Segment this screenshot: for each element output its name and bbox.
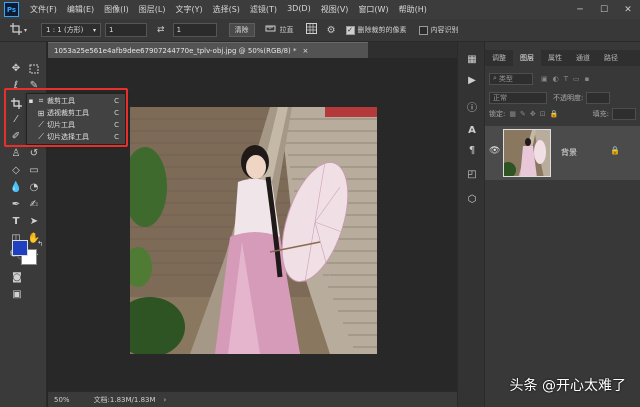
lock-icon[interactable]: 🔒 (610, 146, 620, 155)
quick-mask-icon[interactable]: ◙ (10, 271, 24, 285)
menu-view[interactable]: 视图(V) (316, 4, 354, 15)
dodge-tool-icon[interactable]: ◔ (27, 181, 41, 195)
panel-icon-strip: ▦ ▶ ⓘ A ¶ ◰ ⬡ (457, 42, 485, 407)
photoshop-logo[interactable]: Ps (4, 2, 19, 17)
type-tool-icon[interactable]: T (9, 215, 23, 229)
eye-icon[interactable]: 👁 (489, 146, 500, 156)
gear-icon[interactable]: ⚙ (327, 25, 336, 36)
history-brush-icon[interactable]: ↺ (27, 147, 41, 161)
chevron-down-icon: ▾ (93, 26, 97, 34)
options-bar: ▾ 1 : 1 (方形) ▾ 1 ⇄ 1 清除 拉直 ⚙ ✓ 删除裁剪的像素 内… (0, 19, 640, 42)
zoom-level[interactable]: 50% (54, 396, 70, 404)
menu-help[interactable]: 帮助(H) (394, 4, 432, 15)
watermark-text: 头条 @开心太难了 (509, 378, 626, 394)
foreground-color-swatch[interactable] (12, 240, 28, 256)
document-image[interactable] (130, 107, 377, 354)
brush-settings-icon[interactable]: ◰ (465, 167, 479, 181)
menu-window[interactable]: 窗口(W) (353, 4, 393, 15)
crop-tool-preset-icon[interactable] (10, 22, 22, 38)
panel-tabs: 调整 图层 属性 通道 路径 (485, 50, 640, 66)
window-controls: ─ ☐ ✕ (568, 0, 640, 19)
screen-mode-icon[interactable]: ▣ (10, 288, 24, 302)
fill-label: 填充: (592, 109, 609, 118)
3d-panel-icon[interactable]: ⬡ (465, 192, 479, 206)
status-bar: 50% 文档:1.83M/1.83M › (48, 391, 457, 407)
stamp-tool-icon[interactable]: ♙ (9, 147, 23, 161)
tab-bar-empty (368, 42, 457, 58)
actions-play-icon[interactable]: ▶ (465, 73, 479, 87)
pen-tool-icon[interactable]: ✒ (9, 198, 23, 212)
straighten-label[interactable]: 拉直 (280, 25, 294, 35)
tab-adjustments[interactable]: 调整 (485, 50, 513, 66)
chevron-right-icon[interactable]: › (164, 396, 167, 404)
content-aware-label: 内容识别 (430, 26, 459, 34)
path-select-tool-icon[interactable]: ➤ (27, 215, 41, 229)
document-title: 1053a25e561e4afb9dee67907244770e_tplv-ob… (54, 46, 297, 55)
marquee-tool-icon[interactable] (27, 62, 41, 76)
layer-item-background[interactable]: 👁 背景 🔒 (485, 126, 640, 180)
close-button[interactable]: ✕ (616, 0, 640, 19)
delete-cropped-label: 删除裁剪的像素 (357, 26, 407, 34)
lock-row: 锁定: ▦✎✥⊡🔒 填充: (489, 107, 636, 120)
chevron-down-icon[interactable]: ▾ (24, 27, 27, 34)
ratio-preset-select[interactable]: 1 : 1 (方形) ▾ (41, 23, 102, 37)
swap-icon[interactable]: ⇄ (157, 25, 165, 35)
freeform-pen-icon[interactable]: ✍ (27, 198, 41, 212)
annotation-highlight-box (4, 88, 128, 147)
menu-layer[interactable]: 图层(L) (134, 4, 171, 15)
tab-channels[interactable]: 通道 (569, 50, 597, 66)
tab-layers[interactable]: 图层 (513, 50, 541, 66)
layers-panel: 调整 图层 属性 通道 路径 ⌕ 类型 ▣◐T▭▪ 正常 不透明度: 锁定: ▦… (485, 42, 640, 407)
opacity-label: 不透明度: (553, 93, 584, 102)
menu-image[interactable]: 图像(I) (99, 4, 134, 15)
kind-filter-select[interactable]: ⌕ 类型 (489, 72, 533, 85)
grid-overlay-icon[interactable] (305, 23, 317, 37)
blur-tool-icon[interactable]: 💧 (9, 181, 23, 195)
search-icon: ⌕ (493, 74, 497, 82)
menu-bar: Ps 文件(F) 编辑(E) 图像(I) 图层(L) 文字(Y) 选择(S) 滤… (0, 0, 640, 19)
width-input[interactable]: 1 (105, 23, 148, 37)
gradient-tool-icon[interactable]: ▭ (27, 164, 41, 178)
minimize-button[interactable]: ─ (568, 0, 592, 19)
move-tool-icon[interactable]: ✥ (9, 62, 23, 76)
character-panel-icon[interactable]: A (465, 123, 479, 137)
history-panel-icon[interactable]: ▦ (465, 52, 479, 66)
menu-3d[interactable]: 3D(D) (282, 4, 316, 15)
filter-icons[interactable]: ▣◐T▭▪ (541, 75, 594, 83)
straighten-icon[interactable] (265, 23, 276, 37)
blend-row: 正常 不透明度: (489, 91, 636, 104)
lock-icons[interactable]: ▦✎✥⊡🔒 (509, 110, 562, 118)
menu-type[interactable]: 文字(Y) (170, 4, 207, 15)
paragraph-panel-icon[interactable]: ¶ (465, 143, 479, 157)
lock-label: 锁定: (489, 109, 506, 118)
content-aware-checkbox[interactable] (418, 25, 428, 35)
fill-input[interactable] (612, 107, 636, 120)
layer-thumbnail (503, 129, 551, 177)
menu-edit[interactable]: 编辑(E) (62, 4, 99, 15)
menu-select[interactable]: 选择(S) (208, 4, 245, 15)
eraser-tool-icon[interactable]: ◇ (9, 164, 23, 178)
height-input[interactable]: 1 (172, 23, 217, 37)
menu-file[interactable]: 文件(F) (25, 4, 62, 15)
maximize-button[interactable]: ☐ (592, 0, 616, 19)
clear-button[interactable]: 清除 (228, 23, 255, 37)
swap-colors-icon[interactable]: ↰ (33, 237, 47, 251)
tab-properties[interactable]: 属性 (541, 50, 569, 66)
delete-cropped-checkbox[interactable]: ✓ (345, 25, 355, 35)
tab-paths[interactable]: 路径 (597, 50, 625, 66)
blend-mode-select[interactable]: 正常 (489, 91, 547, 104)
close-tab-icon[interactable]: × (303, 47, 309, 55)
layer-name[interactable]: 背景 (561, 147, 577, 158)
menu-filter[interactable]: 滤镜(T) (245, 4, 282, 15)
info-panel-icon[interactable]: ⓘ (465, 99, 479, 114)
layer-filter-row: ⌕ 类型 ▣◐T▭▪ (489, 72, 636, 85)
ratio-preset-value: 1 : 1 (方形) (46, 26, 84, 34)
opacity-input[interactable] (586, 91, 611, 104)
doc-size-info[interactable]: 文档:1.83M/1.83M (94, 395, 156, 405)
document-tab[interactable]: 1053a25e561e4afb9dee67907244770e_tplv-ob… (48, 42, 368, 58)
menu-list: 文件(F) 编辑(E) 图像(I) 图层(L) 文字(Y) 选择(S) 滤镜(T… (25, 4, 432, 15)
